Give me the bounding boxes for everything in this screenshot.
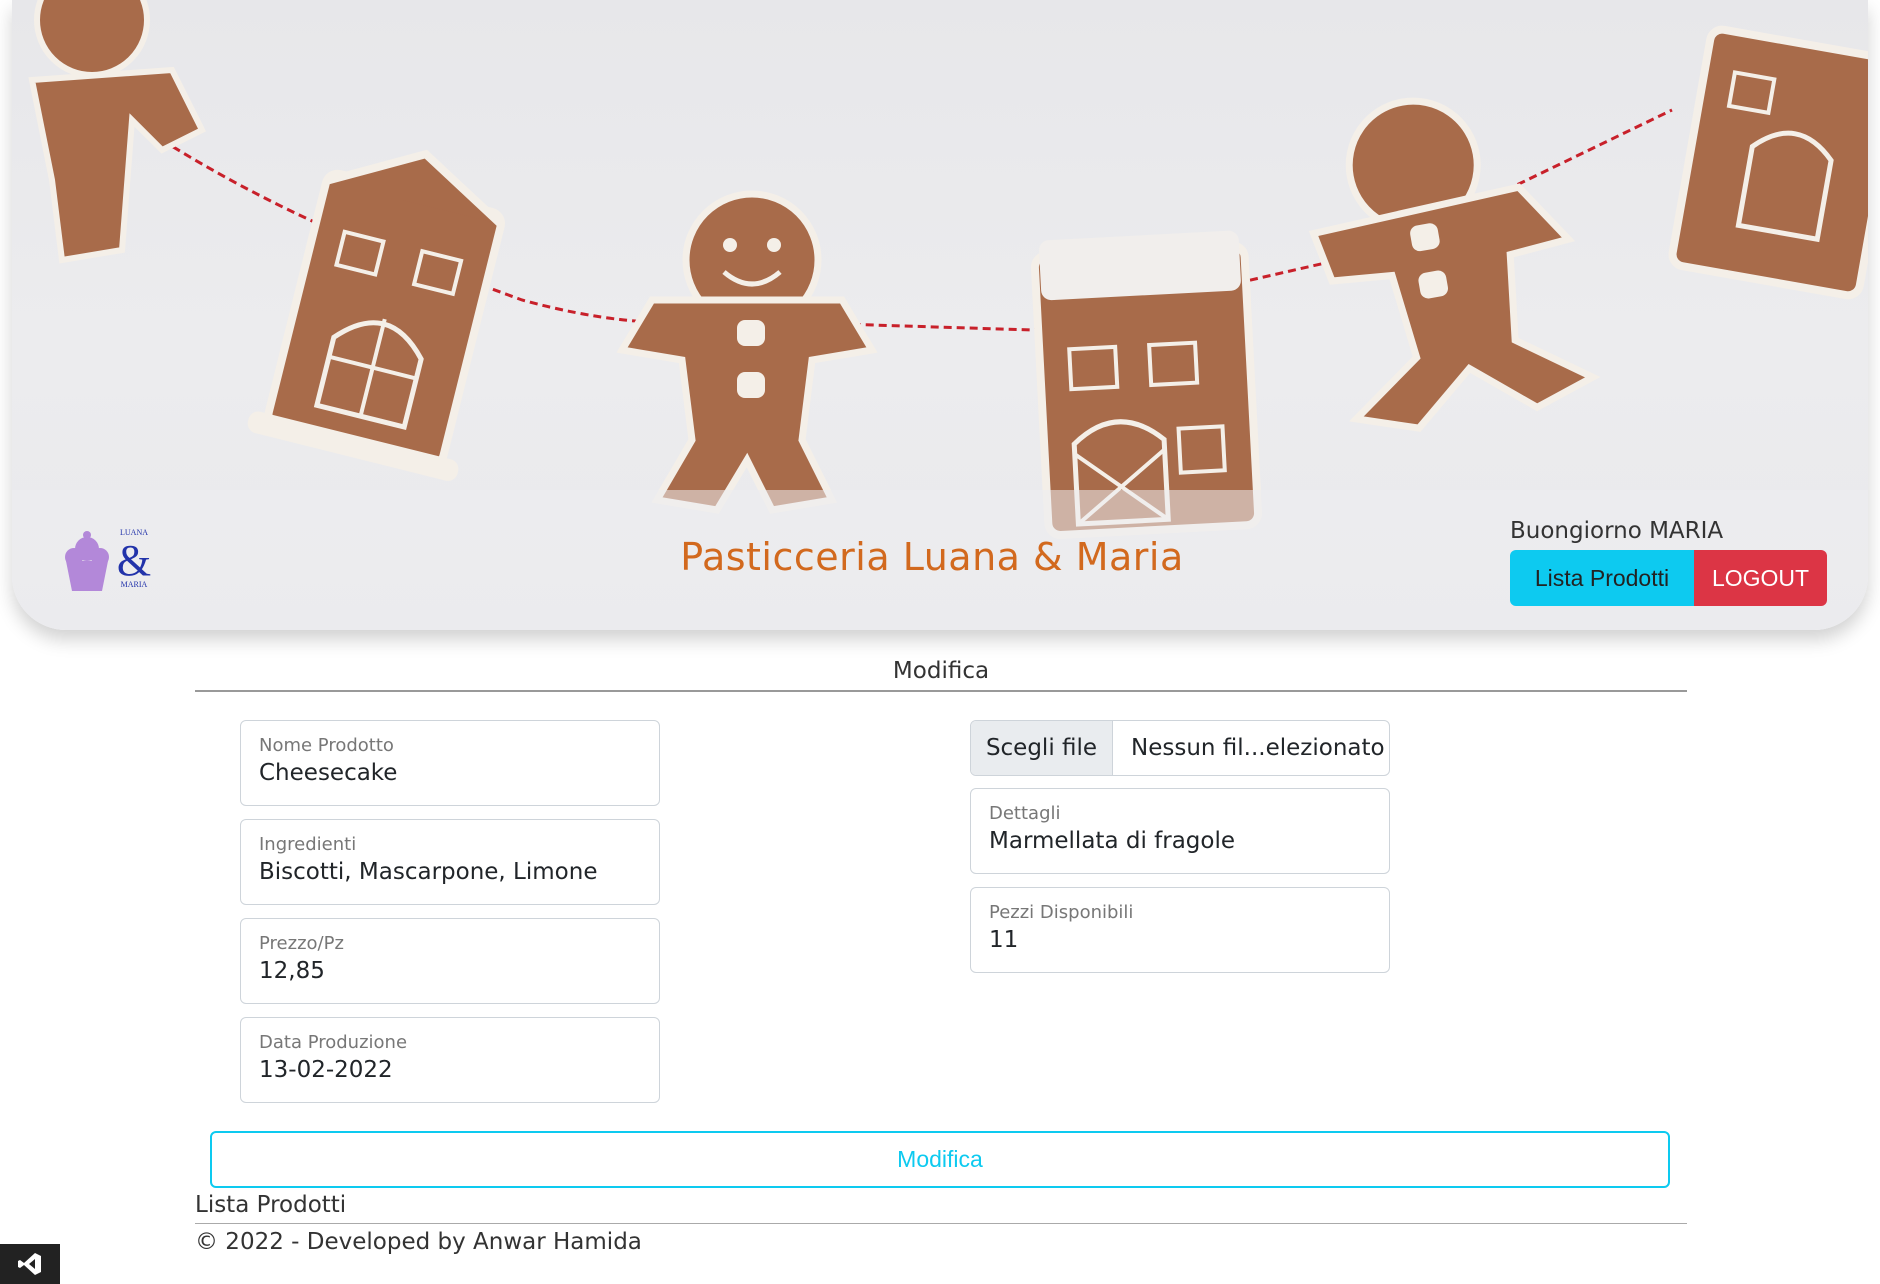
choose-file-button[interactable]: Scegli file	[971, 721, 1113, 775]
footer-copyright: © 2022 - Developed by Anwar Hamida	[195, 1229, 642, 1255]
section-divider	[195, 690, 1687, 692]
modifica-submit-button[interactable]: Modifica	[210, 1131, 1670, 1188]
user-greeting: Buongiorno MARIA	[1510, 518, 1724, 544]
ingredienti-field[interactable]: Ingredienti Biscotti, Mascarpone, Limone	[240, 819, 660, 905]
file-input[interactable]: Scegli file Nessun fil...elezionato	[970, 720, 1390, 776]
file-status: Nessun fil...elezionato	[1131, 735, 1385, 761]
field-value[interactable]: 11	[989, 927, 1371, 953]
nome-prodotto-field[interactable]: Nome Prodotto Cheesecake	[240, 720, 660, 806]
field-value[interactable]: Biscotti, Mascarpone, Limone	[259, 859, 641, 885]
footer-lista-prodotti-link[interactable]: Lista Prodotti	[195, 1192, 346, 1218]
field-value[interactable]: 13-02-2022	[259, 1057, 641, 1083]
field-label: Pezzi Disponibili	[989, 902, 1134, 923]
field-label: Nome Prodotto	[259, 735, 394, 756]
field-label: Ingredienti	[259, 834, 357, 855]
data-produzione-field[interactable]: Data Produzione 13-02-2022	[240, 1017, 660, 1103]
field-label: Data Produzione	[259, 1032, 408, 1053]
field-value[interactable]: 12,85	[259, 958, 641, 984]
logout-button[interactable]: LOGOUT	[1694, 550, 1827, 606]
pezzi-disponibili-field[interactable]: Pezzi Disponibili 11	[970, 887, 1390, 973]
field-label: Dettagli	[989, 803, 1061, 824]
prezzo-field[interactable]: Prezzo/Pz 12,85	[240, 918, 660, 1004]
dettagli-field[interactable]: Dettagli Marmellata di fragole	[970, 788, 1390, 874]
nav-lista-prodotti-button[interactable]: Lista Prodotti	[1510, 550, 1694, 606]
field-value[interactable]: Marmellata di fragole	[989, 828, 1371, 854]
visual-studio-icon[interactable]	[0, 1244, 60, 1284]
footer-divider	[195, 1223, 1687, 1224]
section-title: Modifica	[892, 658, 990, 684]
field-value[interactable]: Cheesecake	[259, 760, 641, 786]
field-label: Prezzo/Pz	[259, 933, 344, 954]
svg-text:MARIA: MARIA	[121, 580, 148, 589]
